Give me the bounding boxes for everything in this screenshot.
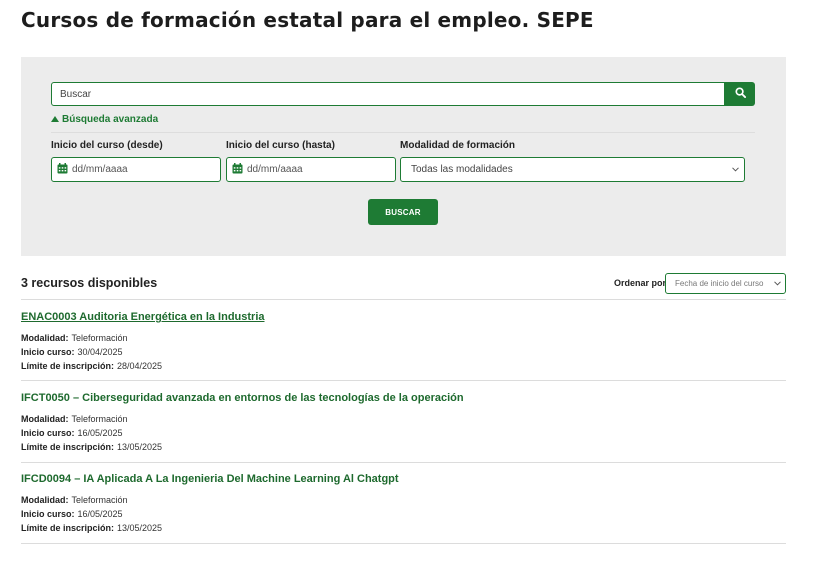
order-by-select[interactable]: Fecha de inicio del curso: [665, 273, 786, 294]
chevron-down-icon: [732, 164, 739, 175]
modality-key: Modalidad:: [21, 333, 69, 343]
deadline-key: Límite de inscripción:: [21, 523, 115, 533]
start-key: Inicio curso:: [21, 509, 75, 519]
modality-label: Modalidad de formación: [400, 140, 516, 151]
calendar-icon: [232, 162, 243, 177]
start-key: Inicio curso:: [21, 428, 75, 438]
calendar-icon: [57, 162, 68, 177]
date-placeholder: dd/mm/aaaa: [72, 164, 128, 175]
search-input-wrapper[interactable]: [51, 82, 725, 106]
deadline-value: 13/05/2025: [117, 523, 163, 533]
page-title: Cursos de formación estatal para el empl…: [21, 8, 594, 32]
advanced-search-label: Búsqueda avanzada: [62, 114, 159, 125]
deadline-key: Límite de inscripción:: [21, 442, 115, 452]
advanced-search-toggle[interactable]: Búsqueda avanzada: [51, 114, 158, 125]
divider: [21, 380, 786, 381]
course-meta: Modalidad: Teleformación Inicio curso: 16/…: [21, 412, 786, 454]
divider: [21, 462, 786, 463]
deadline-value: 28/04/2025: [117, 361, 163, 371]
start-key: Inicio curso:: [21, 347, 75, 357]
submit-search-button[interactable]: BUSCAR: [368, 199, 438, 225]
deadline-key: Límite de inscripción:: [21, 361, 115, 371]
course-title-link[interactable]: ENAC0003 Auditoria Energética en la Indu…: [21, 310, 786, 324]
chevron-down-icon: [774, 279, 781, 288]
modality-key: Modalidad:: [21, 495, 69, 505]
start-value: 16/05/2025: [77, 428, 123, 438]
search-input[interactable]: [52, 83, 724, 105]
start-to-date-field[interactable]: dd/mm/aaaa: [226, 157, 396, 182]
start-value: 30/04/2025: [77, 347, 123, 357]
course-item: ENAC0003 Auditoria Energética en la Indu…: [21, 310, 786, 373]
modality-key: Modalidad:: [21, 414, 69, 424]
order-by-label: Ordenar por: [614, 278, 667, 288]
start-from-date-field[interactable]: dd/mm/aaaa: [51, 157, 221, 182]
start-to-label: Inicio del curso (hasta): [226, 140, 335, 151]
deadline-value: 13/05/2025: [117, 442, 163, 452]
search-button[interactable]: [725, 82, 755, 106]
course-meta: Modalidad: Teleformación Inicio curso: 30/…: [21, 331, 786, 373]
divider: [51, 132, 755, 133]
course-title-link[interactable]: IFCT0050 – Ciberseguridad avanzada en en…: [21, 391, 786, 405]
caret-up-icon: [51, 114, 59, 125]
modality-value: Teleformación: [71, 495, 128, 505]
search-panel: Búsqueda avanzada Inicio del curso (desd…: [21, 57, 786, 256]
start-from-label: Inicio del curso (desde): [51, 140, 163, 151]
modality-value: Teleformación: [71, 333, 128, 343]
modality-select[interactable]: Todas las modalidades: [400, 157, 745, 182]
divider: [21, 543, 786, 544]
results-count: 3 recursos disponibles: [21, 276, 158, 290]
order-by-value: Fecha de inicio del curso: [675, 279, 764, 288]
modality-value: Teleformación: [71, 414, 128, 424]
start-value: 16/05/2025: [77, 509, 123, 519]
course-title-link[interactable]: IFCD0094 – IA Aplicada A La Ingenieria D…: [21, 472, 786, 486]
date-placeholder: dd/mm/aaaa: [247, 164, 303, 175]
divider: [21, 299, 786, 300]
modality-select-value: Todas las modalidades: [411, 164, 513, 175]
course-item: IFCD0094 – IA Aplicada A La Ingenieria D…: [21, 472, 786, 535]
course-meta: Modalidad: Teleformación Inicio curso: 16/…: [21, 493, 786, 535]
course-item: IFCT0050 – Ciberseguridad avanzada en en…: [21, 391, 786, 454]
search-icon: [734, 85, 746, 103]
